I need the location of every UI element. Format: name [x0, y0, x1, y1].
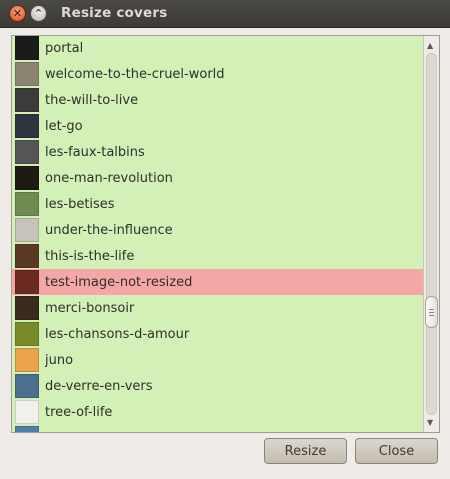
list-item-label: the-will-to-live: [45, 92, 139, 108]
list-item[interactable]: the-will-to-live: [12, 87, 423, 113]
cover-thumbnail: [15, 36, 39, 60]
list-item-label: les-chansons-d-amour: [45, 326, 190, 342]
list-item[interactable]: de-verre-en-vers: [12, 373, 423, 399]
cover-thumbnail: [15, 192, 39, 216]
list-item[interactable]: juno: [12, 347, 423, 373]
cover-thumbnail: [15, 374, 39, 398]
list-item[interactable]: welcome-to-the-cruel-world: [12, 61, 423, 87]
cover-thumbnail: [15, 400, 39, 424]
scroll-down-arrow-icon[interactable]: ▼: [427, 418, 433, 427]
list-item[interactable]: one-man-revolution: [12, 165, 423, 191]
list-item-label: this-is-the-life: [45, 248, 135, 264]
cover-thumbnail: [15, 348, 39, 372]
list-item-label: merci-bonsoir: [45, 300, 135, 316]
list-item-label: portal: [45, 40, 84, 56]
list-item[interactable]: this-is-the-life: [12, 243, 423, 269]
close-button[interactable]: Close: [355, 438, 438, 464]
list-item-label: de-verre-en-vers: [45, 378, 153, 394]
cover-thumbnail: [15, 270, 39, 294]
cover-thumbnail: [15, 114, 39, 138]
list-item-label: under-the-influence: [45, 222, 173, 238]
cover-thumbnail: [15, 296, 39, 320]
list-item[interactable]: les-betises: [12, 191, 423, 217]
cover-thumbnail: [15, 88, 39, 112]
list-item[interactable]: les-faux-talbins: [12, 139, 423, 165]
minimize-icon[interactable]: ⌃: [30, 5, 47, 22]
window-title: Resize covers: [61, 5, 168, 21]
title-bar: ✕ ⌃ Resize covers: [0, 0, 450, 28]
list-item-label: tree-of-life: [45, 404, 113, 420]
vertical-scrollbar[interactable]: ▲ ▼: [423, 36, 439, 432]
cover-list[interactable]: portal welcome-to-the-cruel-world the-will…: [12, 36, 423, 432]
cover-thumbnail: [15, 218, 39, 242]
cover-thumbnail: [15, 426, 39, 432]
list-item[interactable]: les-chansons-d-amour: [12, 321, 423, 347]
list-item-label: les-betises: [45, 196, 115, 212]
list-item-label: test-image-not-resized: [45, 274, 193, 290]
list-item-label: let-go: [45, 118, 83, 134]
list-item-label: juno: [45, 352, 74, 368]
cover-thumbnail: [15, 140, 39, 164]
list-item[interactable]: under-the-influence: [12, 217, 423, 243]
cover-thumbnail: [15, 166, 39, 190]
cover-thumbnail: [15, 244, 39, 268]
scroll-thumb[interactable]: [425, 296, 438, 328]
list-item[interactable]: portal: [12, 36, 423, 61]
cover-thumbnail: [15, 62, 39, 86]
list-item[interactable]: test-image-not-resized: [12, 269, 423, 295]
list-item[interactable]: merci-bonsoir: [12, 295, 423, 321]
cover-list-frame: portal welcome-to-the-cruel-world the-will…: [11, 35, 440, 433]
list-item[interactable]: tree-of-life: [12, 399, 423, 425]
scroll-trough[interactable]: [426, 53, 437, 415]
list-item-label: one-man-revolution: [45, 170, 173, 186]
list-item[interactable]: bury-the-hatchet: [12, 425, 423, 432]
list-item-label: bury-the-hatchet: [45, 431, 155, 433]
list-item-label: welcome-to-the-cruel-world: [45, 66, 225, 82]
cover-thumbnail: [15, 322, 39, 346]
resize-button[interactable]: Resize: [264, 438, 347, 464]
scroll-up-arrow-icon[interactable]: ▲: [427, 41, 433, 50]
close-icon[interactable]: ✕: [9, 5, 26, 22]
list-item-label: les-faux-talbins: [45, 144, 145, 160]
list-item[interactable]: let-go: [12, 113, 423, 139]
